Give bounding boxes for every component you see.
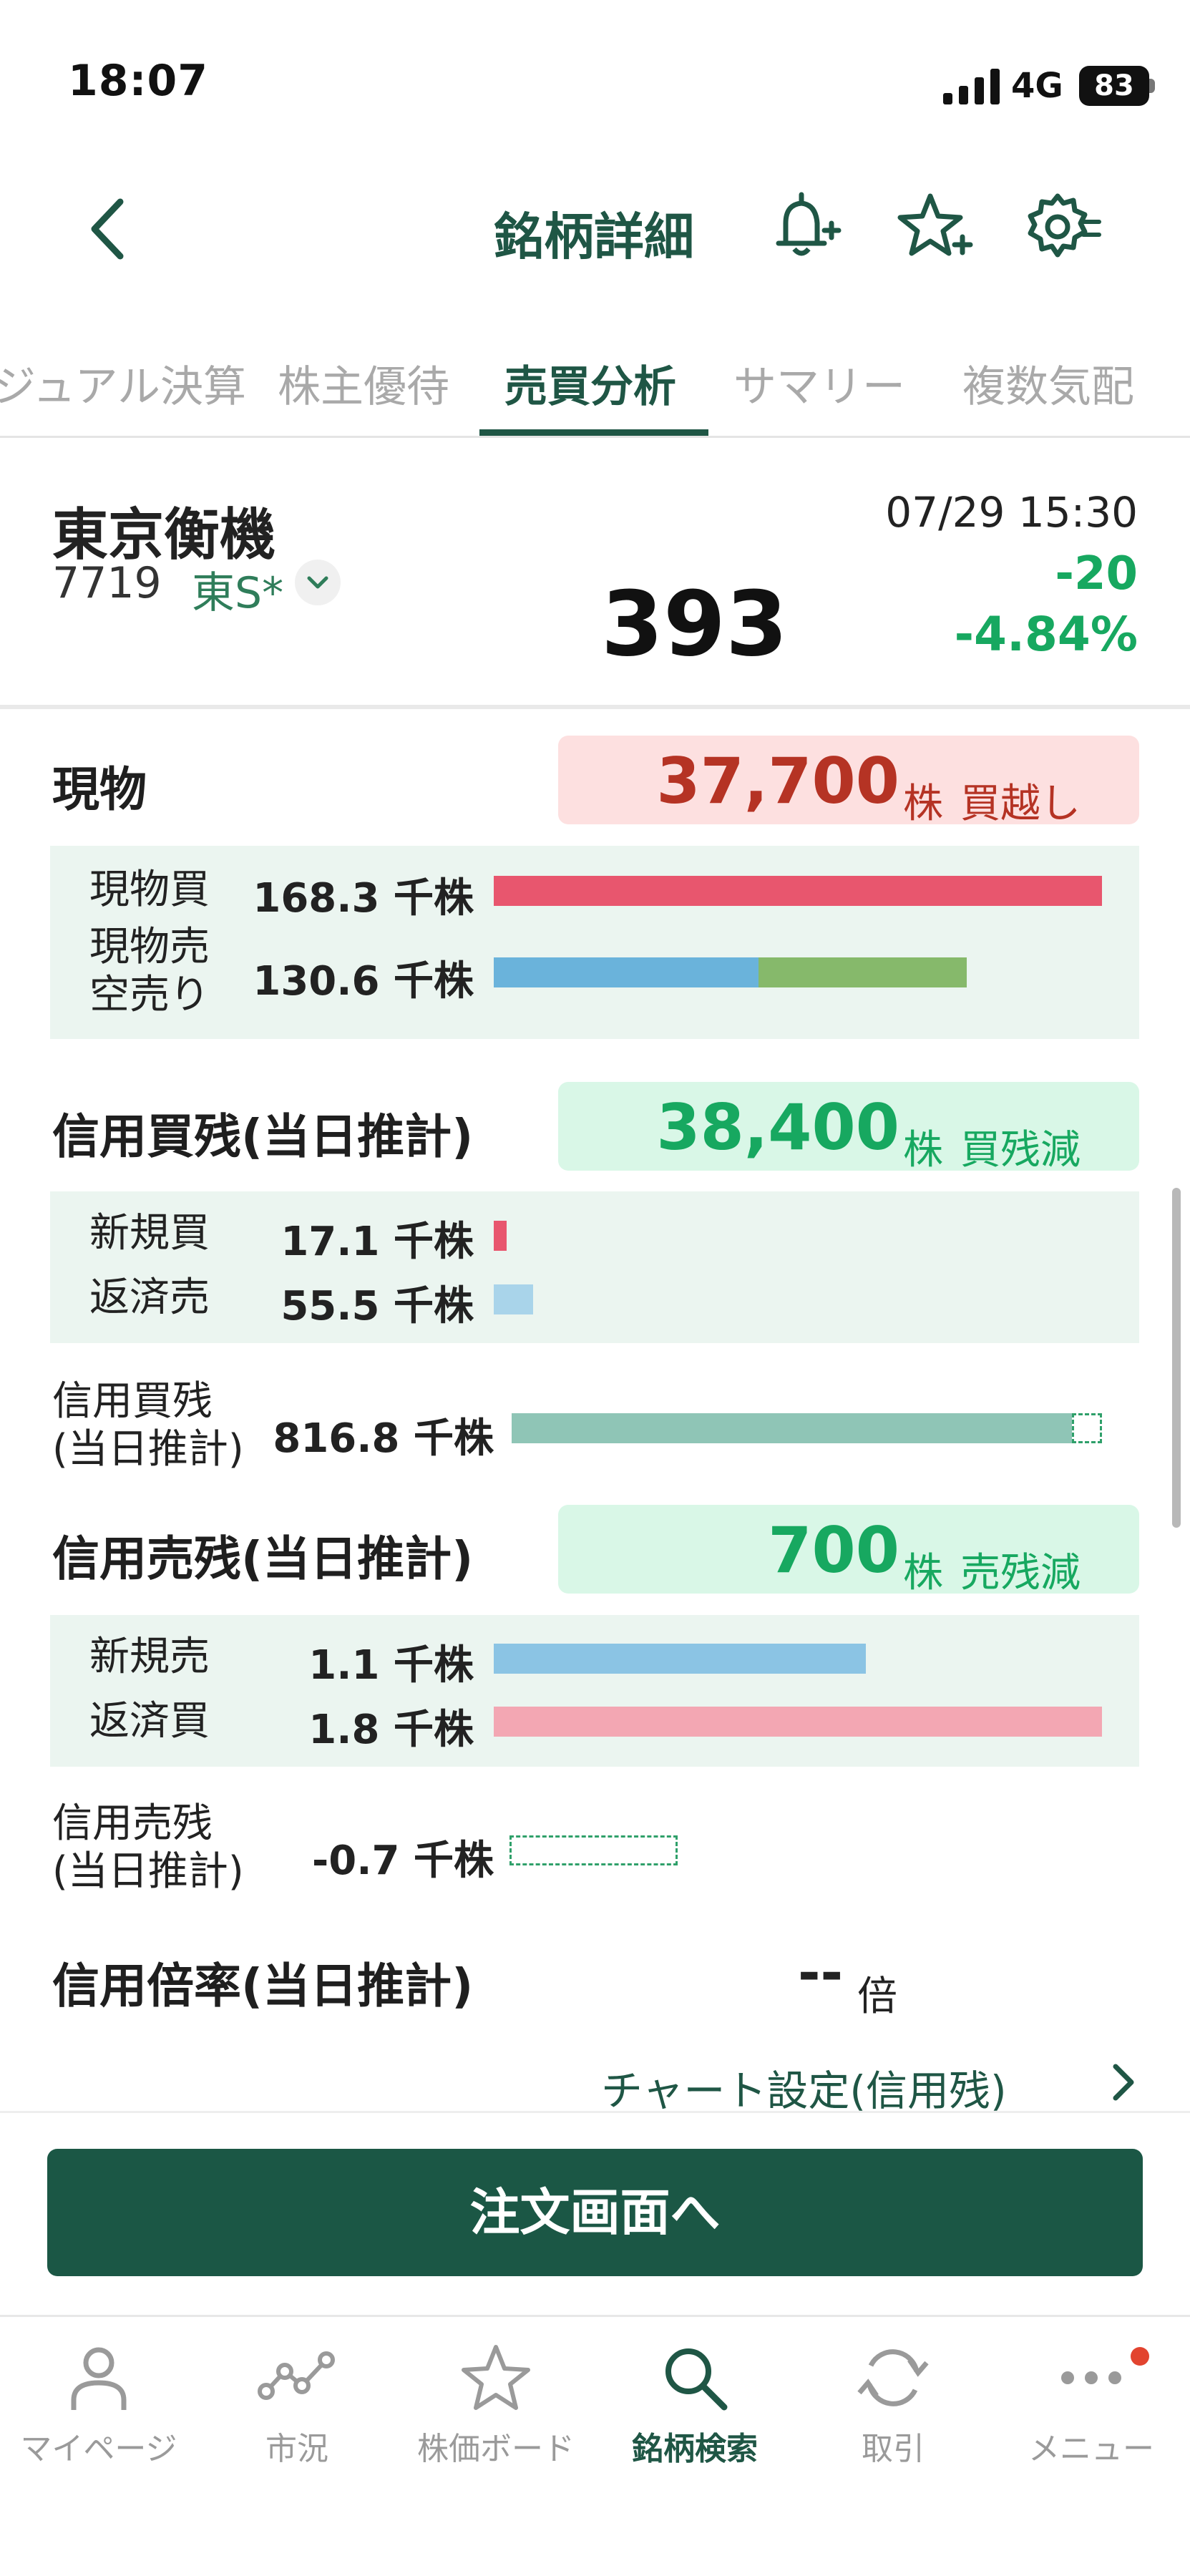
margin-sell-balance-label: 信用売残 (当日推計)	[52, 1800, 244, 1896]
margin-buy-summary-badge: 38,400 株 買残減	[558, 1082, 1139, 1174]
chevron-right-icon[interactable]	[1106, 2061, 1141, 2104]
stock-market[interactable]: 東S*	[192, 558, 283, 620]
spot-buy-value: 168.3 千株	[253, 875, 474, 922]
nav-trade[interactable]: 取引	[796, 2338, 990, 2469]
nav-stock-search[interactable]: 銘柄検索	[598, 2338, 791, 2469]
margin-buy-summary-unit: 株	[903, 1127, 943, 1174]
stock-code: 7719	[52, 558, 162, 608]
price-change: -20	[1055, 547, 1138, 600]
signal-icon	[943, 69, 1000, 104]
active-tab-indicator	[479, 429, 708, 436]
nav-mypage-label: マイページ	[20, 2431, 177, 2467]
back-button[interactable]	[79, 193, 136, 265]
refresh-icon	[857, 2349, 929, 2406]
add-favorite-star-icon[interactable]	[894, 187, 973, 266]
spot-summary-label: 買越し	[960, 781, 1081, 827]
tab-bar: ビジュアル決算 株主優待 売買分析 サマリー 複数気配	[0, 336, 1190, 438]
nav-stock-board-label: 株価ボード	[417, 2431, 575, 2467]
nav-market-label: 市況	[265, 2431, 328, 2467]
person-icon	[71, 2347, 127, 2410]
price-change-percent: -4.84%	[954, 607, 1138, 662]
current-price: 393	[601, 572, 788, 676]
margin-sell-balance-bar	[509, 1835, 678, 1865]
market-icon	[258, 2351, 335, 2400]
margin-buy-balance-decrease	[1072, 1413, 1102, 1443]
battery-icon: 83	[1079, 66, 1149, 106]
nav-menu[interactable]: メニュー	[995, 2338, 1188, 2469]
margin-new-sell-value: 1.1 千株	[308, 1642, 474, 1689]
margin-buy-balance-value: 816.8 千株	[273, 1415, 494, 1462]
margin-buy-balance-bar	[512, 1413, 1072, 1443]
margin-sell-section-title: 信用売残(当日推計)	[52, 1531, 474, 1586]
spot-panel	[50, 846, 1139, 1039]
order-screen-button[interactable]: 注文画面へ	[47, 2149, 1143, 2276]
margin-sell-balance-value: -0.7 千株	[312, 1838, 494, 1884]
margin-sell-summary-unit: 株	[903, 1550, 943, 1596]
tab-multiple-quotes[interactable]: 複数気配	[962, 352, 1134, 414]
spot-summary-value: 37,700	[656, 744, 899, 818]
tab-visual-results[interactable]: ビジュアル決算	[0, 352, 246, 414]
network-type: 4G	[1011, 66, 1063, 106]
bottom-nav: マイページ 市況 株価ボード 銘柄検索 取引 メニュー	[0, 2315, 1190, 2576]
margin-sell-summary-label: 売残減	[960, 1550, 1081, 1596]
spot-sell-short-label: 現物売 空売り	[89, 924, 210, 1019]
tab-summary[interactable]: サマリー	[733, 352, 905, 414]
margin-buy-section-title: 信用買残(当日推計)	[52, 1109, 474, 1164]
market-dropdown-icon[interactable]	[295, 560, 341, 605]
margin-sell-summary-value: 700	[768, 1513, 899, 1587]
price-timestamp: 07/29 15:30	[885, 488, 1138, 537]
nav-menu-label: メニュー	[1028, 2431, 1154, 2467]
margin-ratio-unit: 倍	[857, 1974, 897, 2020]
margin-new-buy-bar	[494, 1221, 507, 1251]
spot-section-title: 現物	[52, 762, 147, 817]
nav-stock-search-label: 銘柄検索	[632, 2431, 758, 2467]
margin-buy-panel	[50, 1191, 1139, 1343]
nav-stock-board[interactable]: 株価ボード	[399, 2338, 592, 2469]
chart-settings-link[interactable]: チャート設定(信用残)	[601, 2057, 1007, 2117]
margin-buy-summary-label: 買残減	[960, 1127, 1081, 1174]
scrollbar[interactable]	[1172, 1188, 1181, 1528]
spot-summary-badge: 37,700 株 買越し	[558, 736, 1139, 827]
margin-repay-buy-value: 1.8 千株	[308, 1707, 474, 1753]
margin-buy-summary-value: 38,400	[656, 1091, 899, 1164]
margin-ratio-value: --	[798, 1941, 844, 2004]
spot-summary-unit: 株	[903, 781, 943, 827]
tab-trade-analysis[interactable]: 売買分析	[504, 352, 676, 414]
margin-repay-sell-label: 返済売	[89, 1274, 210, 1321]
settings-gear-icon[interactable]	[1023, 187, 1102, 266]
search-icon	[665, 2348, 728, 2411]
nav-market[interactable]: 市況	[200, 2338, 394, 2469]
margin-sell-summary-badge: 700 株 売残減	[558, 1505, 1139, 1596]
margin-new-sell-label: 新規売	[89, 1634, 210, 1680]
margin-new-sell-bar	[494, 1644, 866, 1674]
spot-buy-label: 現物買	[89, 867, 210, 913]
add-alert-bell-icon[interactable]	[764, 187, 843, 266]
status-time: 18:07	[68, 56, 208, 106]
tab-shareholder-benefits[interactable]: 株主優待	[278, 352, 449, 414]
margin-repay-sell-bar	[494, 1284, 533, 1314]
margin-repay-sell-value: 55.5 千株	[281, 1283, 474, 1330]
spot-short-bar	[759, 957, 967, 987]
order-area-divider	[0, 2111, 1190, 2113]
spot-sell-bar	[494, 957, 759, 987]
star-icon	[462, 2345, 530, 2410]
margin-repay-buy-bar	[494, 1707, 1102, 1737]
margin-new-buy-value: 17.1 千株	[281, 1219, 474, 1265]
margin-new-buy-label: 新規買	[89, 1210, 210, 1257]
spot-buy-bar	[494, 876, 1102, 906]
battery-cap	[1149, 79, 1155, 93]
margin-ratio-title: 信用倍率(当日推計)	[52, 1958, 474, 2014]
margin-sell-panel	[50, 1615, 1139, 1767]
spot-sell-value: 130.6 千株	[253, 958, 474, 1005]
margin-repay-buy-label: 返済買	[89, 1698, 210, 1745]
margin-buy-balance-label: 信用買残 (当日推計)	[52, 1378, 244, 1473]
nav-trade-label: 取引	[862, 2431, 925, 2467]
section-divider	[0, 705, 1190, 709]
page-title: 銘柄詳細	[494, 208, 694, 266]
more-icon	[1061, 2371, 1121, 2384]
notification-dot	[1131, 2347, 1149, 2366]
nav-mypage[interactable]: マイページ	[2, 2338, 195, 2469]
